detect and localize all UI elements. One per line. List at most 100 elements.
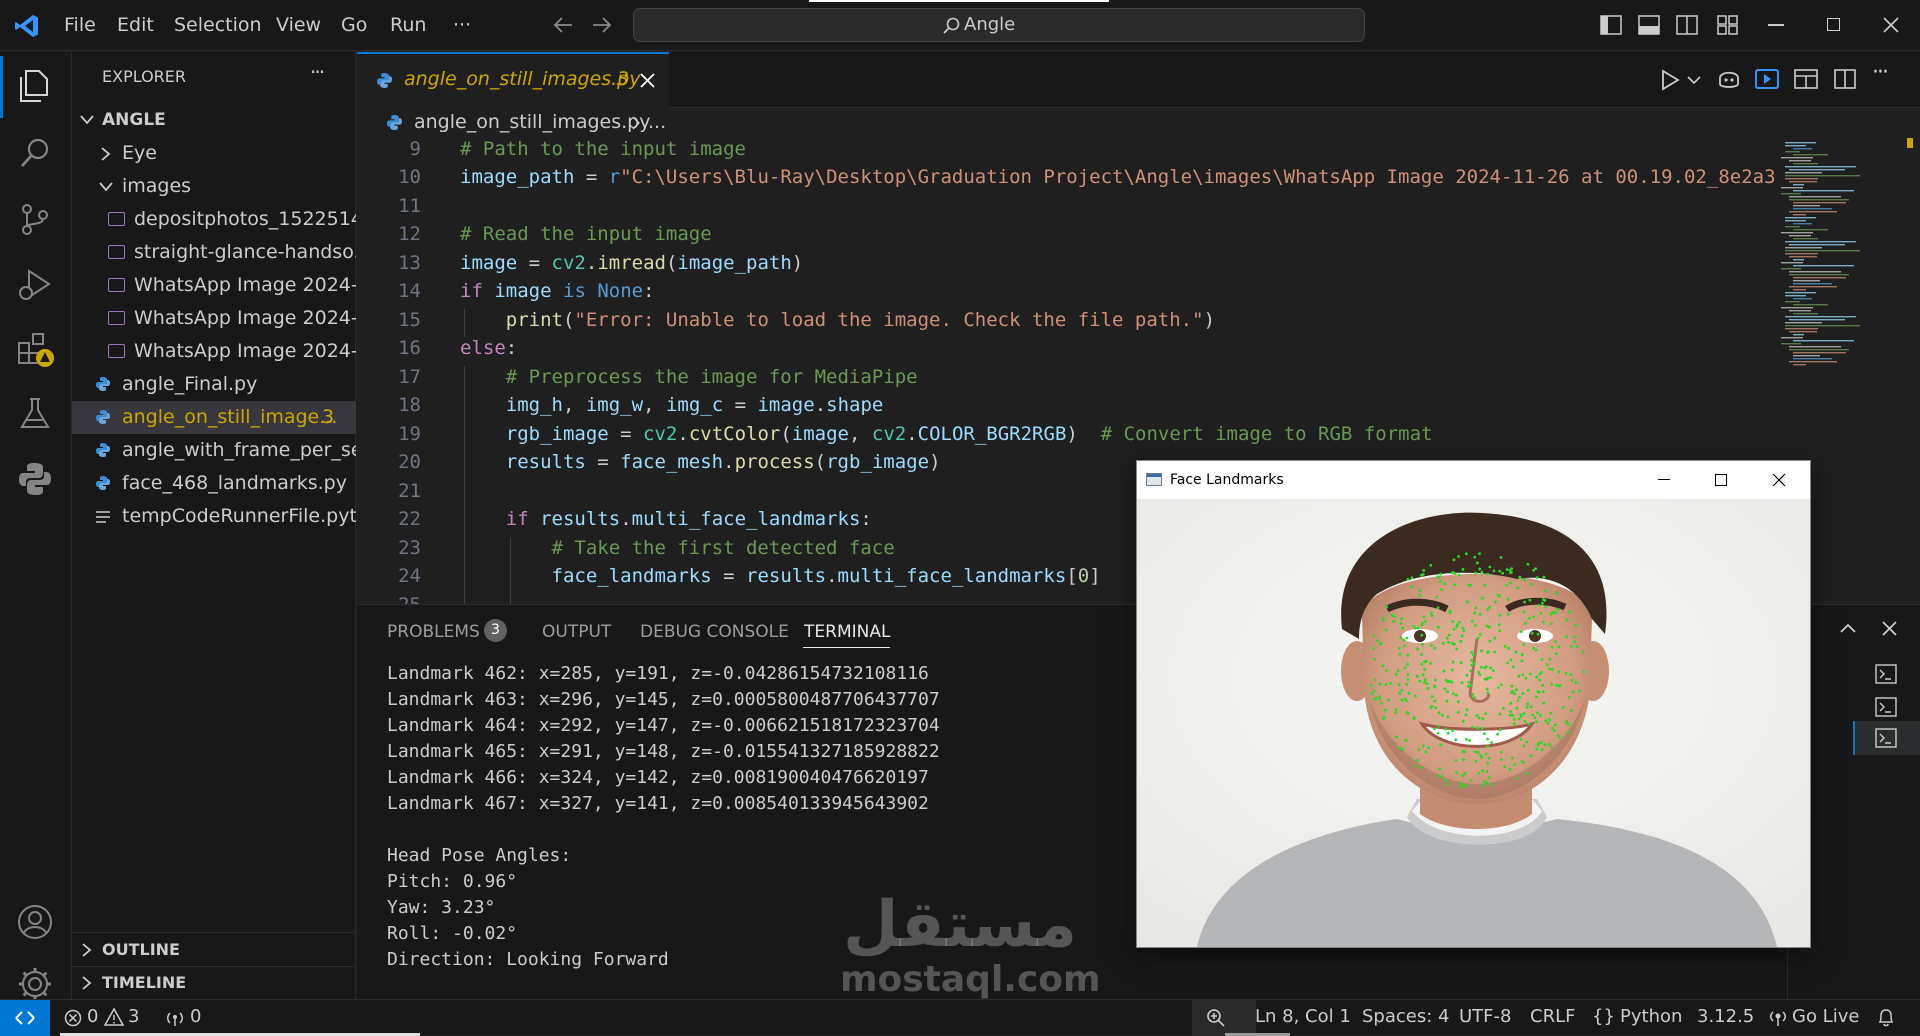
copilot-icon[interactable] bbox=[1717, 68, 1741, 90]
landmark-dot bbox=[1519, 630, 1523, 633]
maximize-panel-icon[interactable] bbox=[1840, 623, 1856, 633]
menu-go[interactable]: Go bbox=[341, 0, 367, 51]
tab-angle-on-still-images[interactable]: angle_on_still_images.py 3 bbox=[357, 52, 669, 108]
folder-eye[interactable]: Eye bbox=[72, 137, 356, 170]
close-window-icon[interactable] bbox=[1883, 17, 1899, 33]
indentation[interactable]: Spaces: 4 bbox=[1362, 1000, 1449, 1034]
landmark-dot bbox=[1450, 641, 1454, 645]
python-version[interactable]: 3.12.5 bbox=[1697, 1000, 1754, 1034]
outline-section[interactable]: OUTLINE bbox=[72, 933, 356, 966]
face-window-titlebar[interactable]: Face Landmarks bbox=[1137, 461, 1810, 499]
forward-arrow-icon[interactable] bbox=[591, 15, 613, 35]
tab-problems[interactable]: PROBLEMS bbox=[387, 622, 480, 642]
face-window-close-icon[interactable] bbox=[1772, 473, 1786, 487]
run-debug-icon[interactable] bbox=[0, 252, 72, 316]
search-view-icon[interactable] bbox=[0, 122, 72, 186]
toggle-secondary-sidebar-icon[interactable] bbox=[1676, 15, 1698, 35]
bell-icon[interactable] bbox=[1877, 1008, 1895, 1028]
menu-run[interactable]: Run bbox=[390, 0, 426, 51]
menu-file[interactable]: File bbox=[64, 0, 96, 51]
tab-output[interactable]: OUTPUT bbox=[542, 622, 611, 642]
landmark-dot bbox=[1518, 696, 1521, 699]
landmark-dot bbox=[1406, 678, 1410, 681]
encoding[interactable]: UTF-8 bbox=[1459, 1000, 1511, 1034]
landmark-dot bbox=[1403, 666, 1407, 670]
breadcrumb-file[interactable]: angle_on_still_images.py bbox=[414, 108, 651, 136]
toggle-panel-icon[interactable] bbox=[1638, 15, 1660, 35]
landmark-dot bbox=[1544, 719, 1548, 723]
close-panel-icon[interactable] bbox=[1882, 621, 1897, 636]
extensions-icon[interactable] bbox=[0, 317, 72, 381]
customize-layout-icon[interactable] bbox=[1717, 15, 1739, 35]
remote-indicator[interactable] bbox=[0, 1000, 50, 1036]
terminal-instance-selected[interactable] bbox=[1853, 721, 1920, 755]
menu-edit[interactable]: Edit bbox=[117, 0, 154, 51]
landmark-dot bbox=[1508, 767, 1512, 771]
landmark-dot bbox=[1445, 699, 1449, 703]
landmark-dot bbox=[1459, 661, 1463, 665]
back-arrow-icon[interactable] bbox=[552, 15, 574, 35]
landmark-dot bbox=[1445, 636, 1449, 640]
file-item[interactable]: WhatsApp Image 2024-... bbox=[72, 269, 356, 302]
breadcrumb-more[interactable]: ... bbox=[648, 108, 666, 136]
minimap-line bbox=[1789, 235, 1811, 237]
landmark-dot bbox=[1458, 621, 1461, 624]
landmark-dot bbox=[1566, 731, 1570, 734]
command-center-search[interactable]: Angle bbox=[633, 8, 1365, 42]
python-icon[interactable] bbox=[0, 447, 72, 511]
warning-count[interactable]: 3 bbox=[128, 1000, 139, 1034]
file-item-selected[interactable]: angle_on_still_image... 3 bbox=[72, 401, 356, 434]
toggle-sidebar-icon[interactable] bbox=[1600, 15, 1622, 35]
line-number: 22 bbox=[398, 508, 421, 530]
language-mode[interactable]: Python bbox=[1620, 1000, 1682, 1034]
landmark-dot bbox=[1512, 722, 1516, 726]
file-item[interactable]: angle_Final.py bbox=[72, 368, 356, 401]
source-control-icon[interactable] bbox=[0, 187, 72, 251]
restore-icon[interactable] bbox=[1827, 18, 1840, 31]
split-editor-icon[interactable] bbox=[1834, 68, 1856, 90]
explorer-icon[interactable] bbox=[0, 54, 72, 118]
testing-icon[interactable] bbox=[0, 382, 72, 446]
folder-root[interactable]: ANGLE bbox=[72, 104, 356, 137]
file-item[interactable]: face_468_landmarks.py bbox=[72, 467, 356, 500]
face-landmarks-window[interactable]: Face Landmarks bbox=[1136, 460, 1811, 948]
editor-more-actions[interactable]: ··· bbox=[1872, 60, 1889, 85]
tab-terminal[interactable]: TERMINAL bbox=[804, 622, 890, 642]
folder-images[interactable]: images bbox=[72, 170, 356, 203]
menu-selection[interactable]: Selection bbox=[174, 0, 262, 51]
file-item[interactable]: WhatsApp Image 2024-... bbox=[72, 302, 356, 335]
minimap-line bbox=[1785, 247, 1822, 249]
terminal-instance-icon[interactable] bbox=[1875, 664, 1897, 684]
menu-view[interactable]: View bbox=[276, 0, 321, 51]
face-window-maximize-icon[interactable] bbox=[1715, 474, 1727, 486]
go-live-button[interactable]: Go Live bbox=[1792, 1000, 1859, 1034]
chevron-down-icon[interactable] bbox=[1687, 76, 1701, 86]
timeline-section[interactable]: TIMELINE bbox=[72, 966, 356, 999]
file-item[interactable]: depositphotos_1522514... bbox=[72, 203, 356, 236]
zoom-icon[interactable] bbox=[1206, 1008, 1226, 1028]
face-window-minimize-icon[interactable] bbox=[1658, 479, 1670, 480]
open-preview-icon[interactable] bbox=[1755, 68, 1779, 90]
explorer-more-button[interactable]: ··· bbox=[310, 60, 325, 84]
landmark-dot bbox=[1517, 674, 1521, 678]
run-python-file-icon[interactable] bbox=[1659, 69, 1681, 91]
file-item[interactable]: angle_with_frame_per_se... bbox=[72, 434, 356, 467]
accounts-icon[interactable] bbox=[0, 890, 72, 954]
line-ending[interactable]: CRLF bbox=[1530, 1000, 1575, 1034]
cursor-position[interactable]: Ln 8, Col 1 bbox=[1255, 1000, 1351, 1034]
tab-debug-console[interactable]: DEBUG CONSOLE bbox=[640, 622, 789, 642]
landmark-dot bbox=[1486, 737, 1490, 741]
file-item[interactable]: straight-glance-handso... bbox=[72, 236, 356, 269]
close-tab-icon[interactable] bbox=[640, 73, 655, 88]
minimize-icon[interactable] bbox=[1768, 24, 1784, 26]
open-changes-icon[interactable] bbox=[1794, 68, 1818, 90]
code-line: rgb_image = cv2.cvtColor(image, cv2.COLO… bbox=[505, 423, 1433, 445]
landmark-dot bbox=[1509, 710, 1512, 714]
menu-more[interactable]: ··· bbox=[453, 0, 471, 51]
landmark-dot bbox=[1517, 717, 1521, 721]
error-count[interactable]: 0 bbox=[87, 1000, 98, 1034]
file-item[interactable]: tempCodeRunnerFile.pyt... bbox=[72, 500, 356, 533]
file-item[interactable]: WhatsApp Image 2024-... bbox=[72, 335, 356, 368]
terminal-instance-icon[interactable] bbox=[1875, 697, 1897, 717]
ports-count[interactable]: 0 bbox=[190, 1000, 201, 1034]
